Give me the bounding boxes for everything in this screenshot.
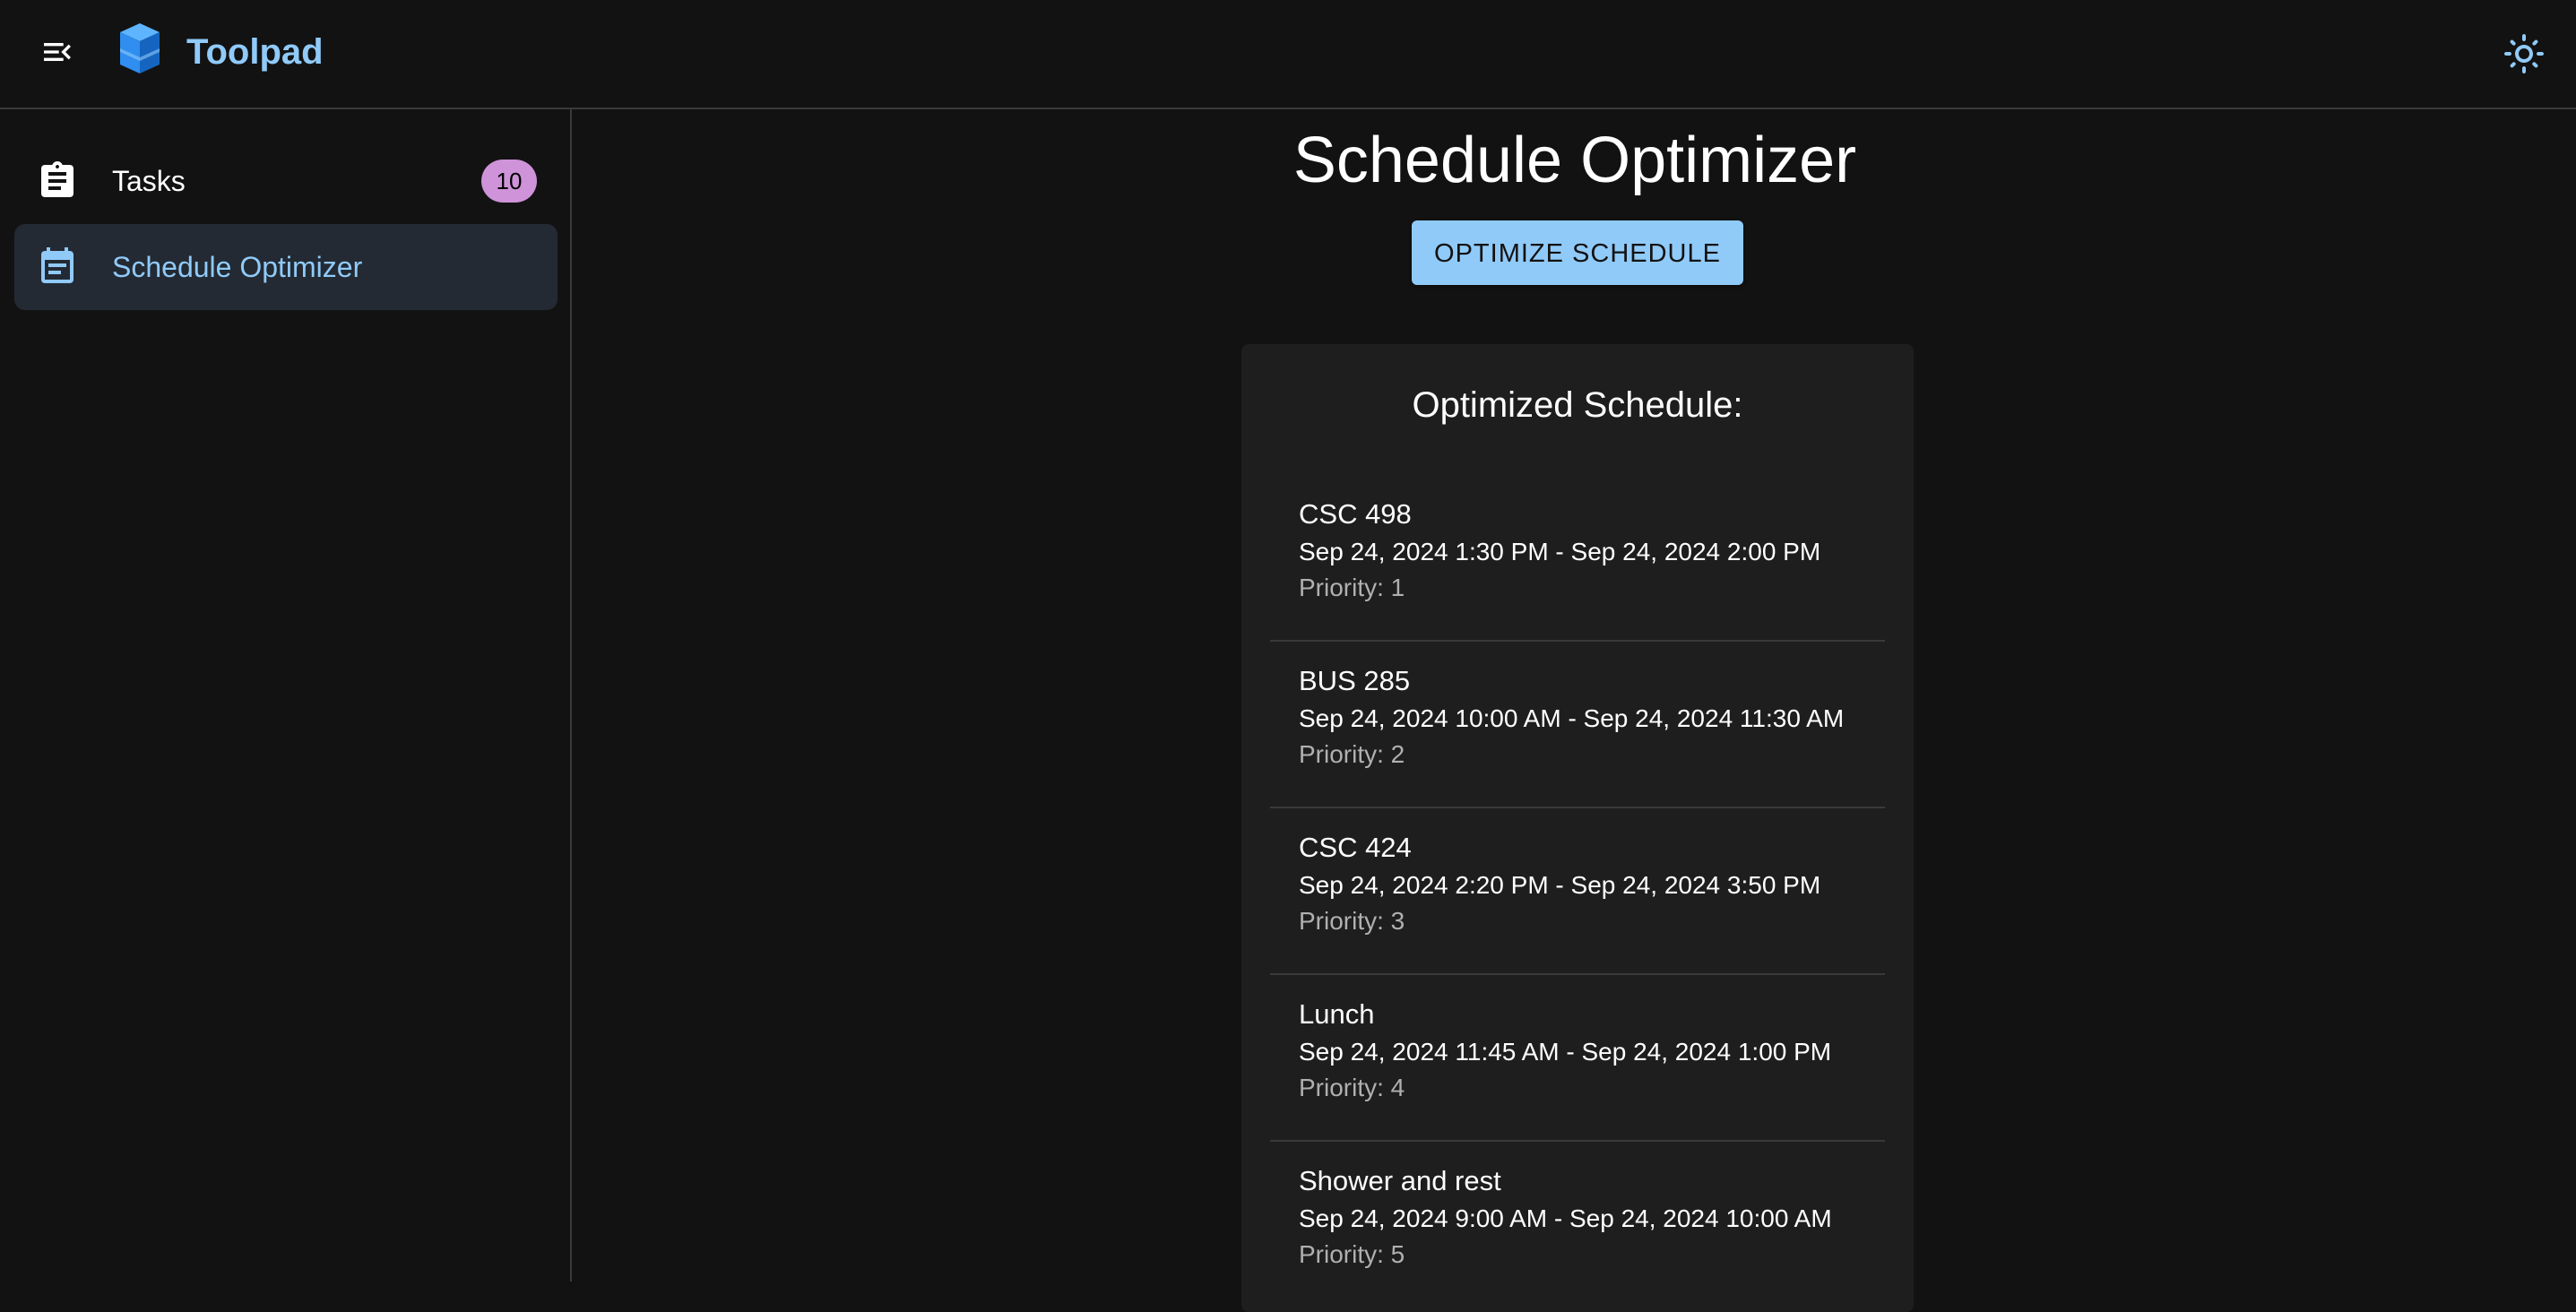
task-time: Sep 24, 2024 10:00 AM - Sep 24, 2024 11:… [1299,704,1845,732]
task-name: CSC 424 [1299,832,1412,863]
task-priority: Priority: 2 [1299,740,1405,768]
task-time: Sep 24, 2024 11:45 AM - Sep 24, 2024 1:0… [1299,1038,1832,1066]
menu-toggle-button[interactable] [29,23,86,81]
clipboard-icon [41,161,73,197]
calendar-icon [41,247,73,283]
list-item: Lunch Sep 24, 2024 11:45 AM - Sep 24, 20… [1270,975,1885,1142]
sun-icon [2504,34,2544,73]
optimize-schedule-button[interactable]: OPTIMIZE SCHEDULE [1412,220,1743,285]
list-item: Shower and rest Sep 24, 2024 9:00 AM - S… [1270,1142,1885,1308]
task-time: Sep 24, 2024 9:00 AM - Sep 24, 2024 10:0… [1299,1204,1832,1232]
cube-logo-icon [120,23,160,73]
task-priority: Priority: 3 [1299,907,1405,935]
theme-toggle-button[interactable] [2495,25,2553,82]
brand-title[interactable]: Toolpad [186,27,324,77]
task-priority: Priority: 4 [1299,1074,1405,1101]
task-time: Sep 24, 2024 2:20 PM - Sep 24, 2024 3:50… [1299,871,1821,899]
list-item: CSC 424 Sep 24, 2024 2:20 PM - Sep 24, 2… [1270,808,1885,975]
task-count-badge: 10 [481,160,537,203]
schedule-list: CSC 498 Sep 24, 2024 1:30 PM - Sep 24, 2… [1270,475,1885,1308]
task-name: CSC 498 [1299,498,1412,530]
list-item: CSC 498 Sep 24, 2024 1:30 PM - Sep 24, 2… [1270,475,1885,642]
card-title: Optimized Schedule: [1412,385,1743,425]
sidebar-item-label: Schedule Optimizer [112,251,363,283]
task-name: BUS 285 [1299,665,1411,696]
task-name: Lunch [1299,998,1375,1030]
task-name: Shower and rest [1299,1165,1501,1196]
task-priority: Priority: 1 [1299,574,1405,601]
task-priority: Priority: 5 [1299,1240,1405,1268]
app-bar: Toolpad [0,0,2576,109]
main-content: Schedule Optimizer OPTIMIZE SCHEDULE Opt… [574,109,2576,1312]
optimized-schedule-card: Optimized Schedule: CSC 498 Sep 24, 2024… [1241,344,1914,1312]
menu-collapse-icon [44,43,71,61]
page-title: Schedule Optimizer [1292,125,1857,196]
sidebar-item-schedule-optimizer[interactable]: Schedule Optimizer [14,224,558,310]
sidebar-item-tasks[interactable]: Tasks 10 [14,138,558,224]
sidebar-item-label: Tasks [112,165,186,197]
task-time: Sep 24, 2024 1:30 PM - Sep 24, 2024 2:00… [1299,538,1821,565]
list-item: BUS 285 Sep 24, 2024 10:00 AM - Sep 24, … [1270,642,1885,808]
sidebar: Tasks 10 Schedule Optimizer [0,109,572,1282]
